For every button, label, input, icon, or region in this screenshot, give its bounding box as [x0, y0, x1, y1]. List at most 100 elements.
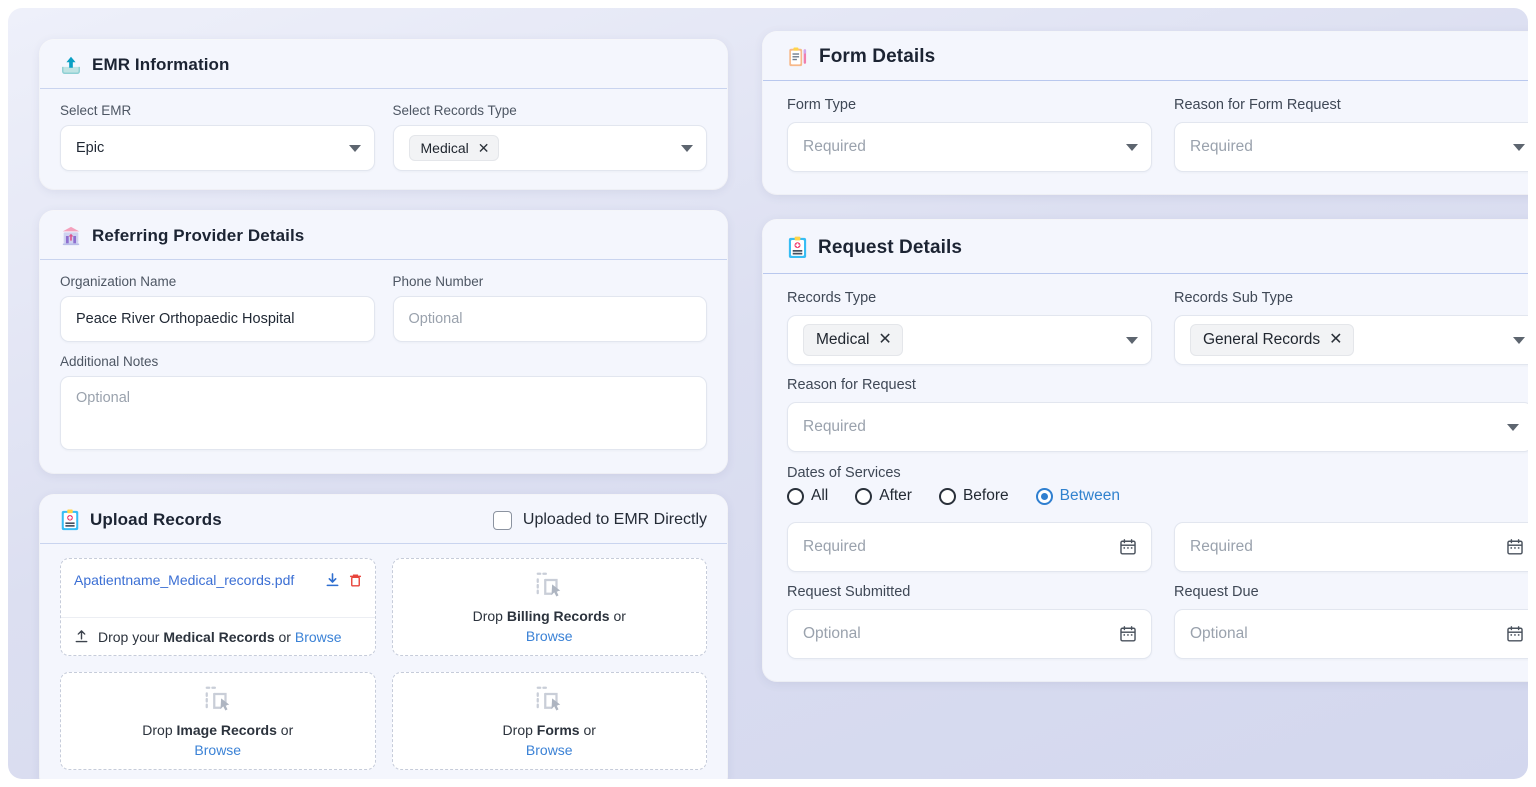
dz-prefix: Drop	[503, 722, 533, 738]
radio-before-label: Before	[963, 487, 1009, 505]
emr-information-body: Select EMR Epic Select Records Type Medi…	[40, 89, 727, 189]
drop-cursor-icon	[534, 684, 564, 714]
form-details-header: Form Details	[763, 32, 1528, 81]
browse-link[interactable]: Browse	[526, 628, 573, 644]
uploaded-to-emr-checkbox-wrap[interactable]: Uploaded to EMR Directly	[493, 511, 707, 530]
records-sub-type-chip[interactable]: General Records ✕	[1190, 324, 1354, 356]
close-icon[interactable]: ✕	[478, 141, 490, 155]
browse-link[interactable]: Browse	[295, 629, 342, 645]
browse-link[interactable]: Browse	[194, 742, 241, 758]
uploaded-file-name[interactable]: Apatientname_Medical_records.pdf	[74, 572, 317, 588]
dropzone-forms[interactable]: Drop Forms or Browse	[392, 672, 708, 770]
close-icon[interactable]: ✕	[878, 332, 891, 348]
request-details-header: Request Details	[763, 220, 1528, 274]
records-type-chip-label: Medical	[421, 141, 469, 155]
upload-records-body: Apatientname_Medical_records.pdf	[40, 544, 727, 779]
close-icon[interactable]: ✕	[1329, 332, 1342, 348]
calendar-icon[interactable]	[1506, 625, 1524, 643]
dz-prefix: Drop	[473, 608, 503, 624]
radio-after[interactable]: After	[855, 487, 912, 505]
records-type-chip[interactable]: Medical ✕	[803, 324, 903, 356]
organization-name-input[interactable]: Peace River Orthopaedic Hospital	[60, 296, 375, 342]
records-type-dropdown[interactable]: Medical ✕	[787, 315, 1152, 365]
dropzone-medical-records[interactable]: Apatientname_Medical_records.pdf	[60, 558, 376, 656]
request-details-card: Request Details Records Type Medical ✕	[763, 220, 1528, 681]
radio-before[interactable]: Before	[939, 487, 1009, 505]
select-emr-dropdown[interactable]: Epic	[60, 125, 375, 171]
dz-bold: Image Records	[177, 722, 277, 738]
dz-or: or	[613, 608, 625, 624]
select-records-type-dropdown[interactable]: Medical ✕	[393, 125, 708, 171]
request-due-placeholder: Optional	[1190, 625, 1248, 643]
date-from-field: Required	[787, 522, 1152, 572]
records-sub-type-field: Records Sub Type General Records ✕	[1174, 290, 1528, 365]
records-type-chip[interactable]: Medical ✕	[409, 135, 500, 161]
dropzone-image-text: Drop Image Records or	[142, 722, 293, 738]
dz-bold: Forms	[537, 722, 580, 738]
delete-icon[interactable]	[348, 573, 363, 588]
emr-information-title: EMR Information	[92, 55, 230, 75]
phone-number-placeholder: Optional	[409, 311, 463, 327]
dz-or: or	[279, 629, 291, 645]
uploaded-to-emr-checkbox[interactable]	[493, 511, 512, 530]
calendar-icon[interactable]	[1119, 625, 1137, 643]
dz-bold: Billing Records	[507, 608, 610, 624]
select-records-type-label: Select Records Type	[393, 103, 708, 118]
additional-notes-label: Additional Notes	[60, 354, 707, 369]
request-due-label: Request Due	[1174, 584, 1528, 600]
date-to-input[interactable]: Required	[1174, 522, 1528, 572]
medical-clipboard-icon	[60, 509, 80, 531]
browse-link[interactable]: Browse	[526, 742, 573, 758]
dropzone-grid: Apatientname_Medical_records.pdf	[60, 558, 707, 770]
form-details-title: Form Details	[819, 46, 935, 68]
select-emr-field: Select EMR Epic	[60, 103, 375, 171]
reason-for-request-dropdown[interactable]: Required	[787, 402, 1528, 452]
clipboard-pen-icon	[787, 46, 809, 68]
request-submitted-input[interactable]: Optional	[787, 609, 1152, 659]
select-emr-label: Select EMR	[60, 103, 375, 118]
form-type-field: Form Type Required	[787, 97, 1152, 172]
dropzone-medical-footer[interactable]: Drop your Medical Records or Browse	[61, 617, 375, 655]
records-sub-type-label: Records Sub Type	[1174, 290, 1528, 306]
app-canvas: EMR Information Select EMR Epic Select R…	[8, 8, 1528, 779]
dz-prefix: Drop your	[98, 629, 159, 645]
request-submitted-label: Request Submitted	[787, 584, 1152, 600]
additional-notes-field: Additional Notes	[60, 354, 707, 455]
referring-provider-header: Referring Provider Details	[40, 211, 727, 260]
radio-all[interactable]: All	[787, 487, 828, 505]
hospital-building-icon	[60, 225, 82, 247]
reason-for-request-field: Reason for Request Required	[787, 377, 1528, 452]
upload-arrow-icon	[74, 629, 89, 644]
radio-all-label: All	[811, 487, 828, 505]
uploaded-file-row: Apatientname_Medical_records.pdf	[61, 559, 375, 588]
dates-of-services-radio-group: All After Before Between	[787, 487, 1528, 505]
dropzone-image-records[interactable]: Drop Image Records or Browse	[60, 672, 376, 770]
upload-records-card: Upload Records Uploaded to EMR Directly …	[40, 495, 727, 779]
request-due-input[interactable]: Optional	[1174, 609, 1528, 659]
request-details-body: Records Type Medical ✕ Records Sub Type	[763, 274, 1528, 681]
calendar-icon[interactable]	[1506, 538, 1524, 556]
request-details-title: Request Details	[818, 237, 962, 259]
date-from-input[interactable]: Required	[787, 522, 1152, 572]
chevron-down-icon	[1126, 144, 1138, 151]
download-icon[interactable]	[325, 573, 340, 588]
radio-between[interactable]: Between	[1036, 487, 1120, 505]
radio-dot-icon	[939, 488, 956, 505]
referring-provider-card: Referring Provider Details Organization …	[40, 211, 727, 473]
reason-for-form-request-placeholder: Required	[1190, 138, 1253, 156]
records-sub-type-dropdown[interactable]: General Records ✕	[1174, 315, 1528, 365]
phone-number-input[interactable]: Optional	[393, 296, 708, 342]
select-emr-value: Epic	[76, 140, 104, 156]
upload-records-header: Upload Records Uploaded to EMR Directly	[40, 495, 727, 544]
reason-for-form-request-dropdown[interactable]: Required	[1174, 122, 1528, 172]
radio-dot-icon	[787, 488, 804, 505]
dropzone-billing-text: Drop Billing Records or	[473, 608, 626, 624]
form-type-dropdown[interactable]: Required	[787, 122, 1152, 172]
referring-provider-body: Organization Name Peace River Orthopaedi…	[40, 260, 727, 473]
additional-notes-textarea[interactable]	[60, 376, 707, 450]
drop-cursor-icon	[203, 684, 233, 714]
emr-information-header: EMR Information	[40, 40, 727, 89]
upload-box-icon	[60, 54, 82, 76]
dropzone-billing-records[interactable]: Drop Billing Records or Browse	[392, 558, 708, 656]
calendar-icon[interactable]	[1119, 538, 1137, 556]
